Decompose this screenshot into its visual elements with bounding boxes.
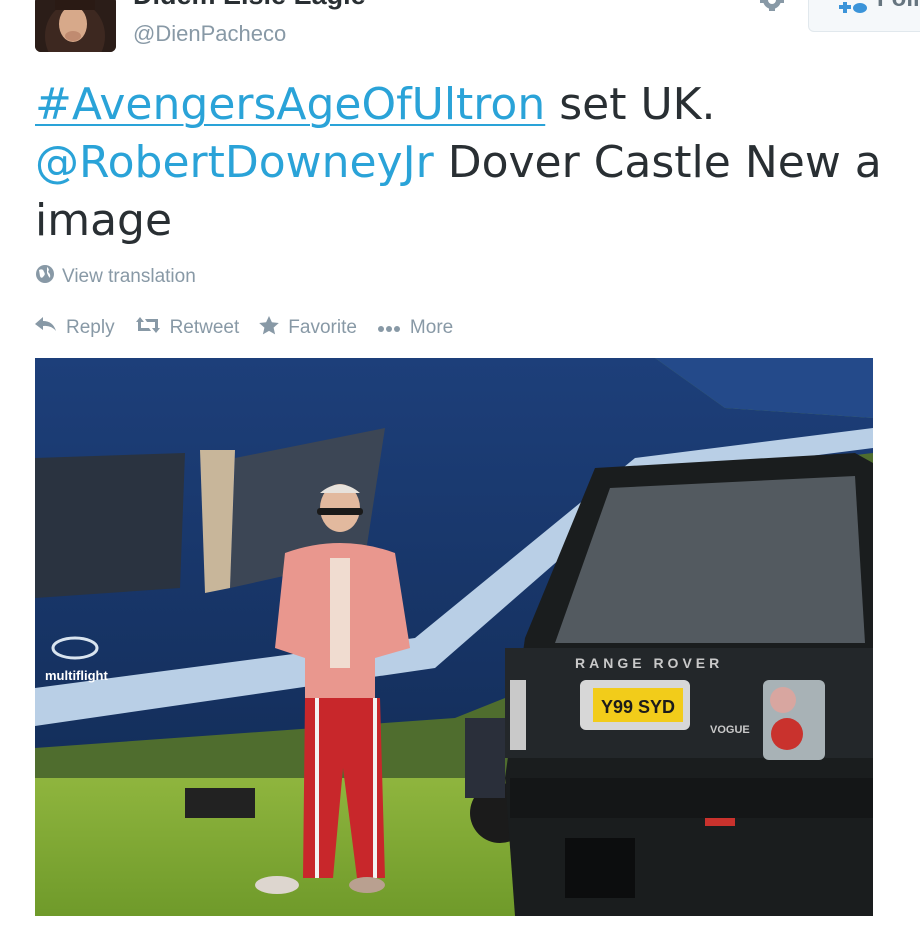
retweet-button[interactable]: Retweet bbox=[135, 317, 240, 339]
view-translation-link[interactable]: View translation bbox=[35, 264, 196, 290]
tweet-actions: Reply Retweet Favorite More bbox=[35, 314, 473, 342]
author-display-name[interactable]: Didem Elsie Eagle bbox=[133, 0, 366, 11]
helicopter-brand-text: multiflight bbox=[45, 668, 108, 683]
retweet-icon bbox=[135, 317, 161, 339]
reply-icon bbox=[35, 317, 57, 339]
favorite-button[interactable]: Favorite bbox=[259, 315, 357, 341]
more-label: More bbox=[409, 317, 454, 338]
reply-button[interactable]: Reply bbox=[35, 317, 115, 339]
globe-icon bbox=[35, 264, 55, 290]
star-icon bbox=[259, 315, 280, 341]
ellipsis-icon bbox=[377, 317, 401, 339]
hashtag-link[interactable]: #AvengersAgeOfUltron bbox=[35, 79, 545, 130]
add-user-icon bbox=[839, 1, 869, 19]
retweet-label: Retweet bbox=[169, 317, 240, 338]
reply-label: Reply bbox=[66, 317, 115, 338]
gear-icon[interactable] bbox=[755, 0, 789, 18]
view-translation-label: View translation bbox=[62, 266, 196, 287]
mention-link[interactable]: @RobertDowneyJr bbox=[35, 137, 434, 188]
tweet-text-part: set UK. bbox=[545, 79, 716, 130]
more-button[interactable]: More bbox=[377, 317, 453, 339]
avatar[interactable] bbox=[35, 0, 116, 52]
tweet-photo[interactable]: multiflight RANGE ROVER Y99 SYD VOGUE bbox=[35, 358, 873, 916]
follow-label: Follo bbox=[877, 0, 920, 13]
favorite-label: Favorite bbox=[288, 317, 357, 338]
author-handle[interactable]: @DienPacheco bbox=[133, 21, 286, 47]
car-badge-text: RANGE ROVER bbox=[575, 655, 723, 671]
tweet-text: #AvengersAgeOfUltron set UK. @RobertDowne… bbox=[35, 76, 895, 250]
follow-button[interactable]: Follo bbox=[808, 0, 920, 32]
car-model-text: VOGUE bbox=[710, 724, 750, 736]
license-plate-text: Y99 SYD bbox=[601, 697, 675, 717]
